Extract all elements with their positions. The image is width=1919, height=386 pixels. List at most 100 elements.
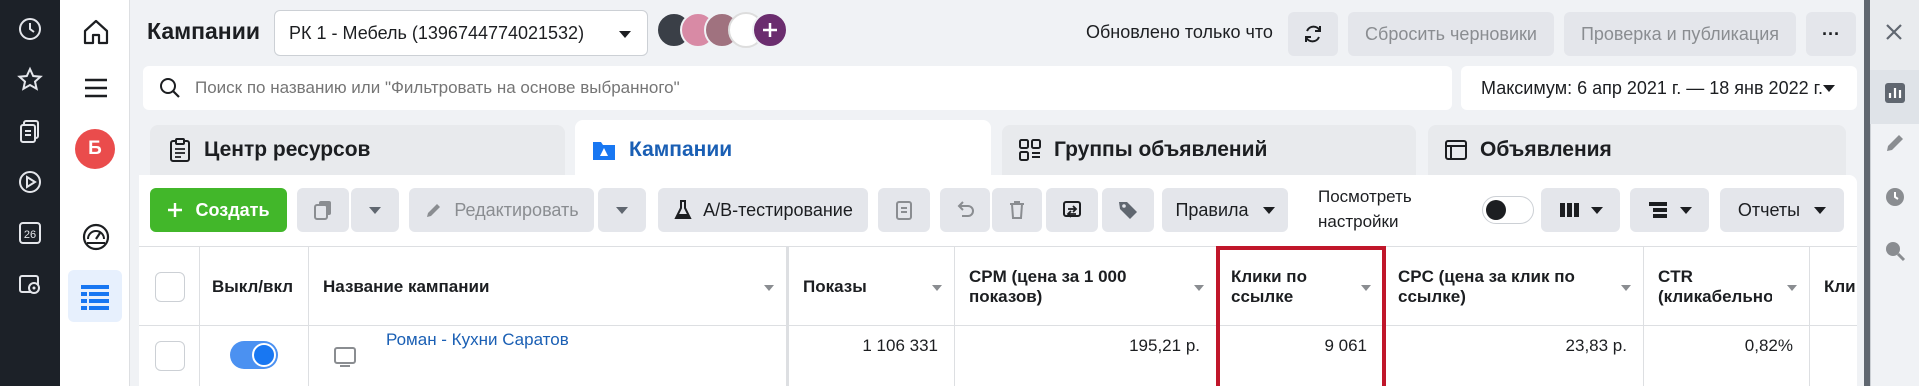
menu-icon[interactable] (81, 73, 111, 103)
edit-button[interactable]: Редактировать (409, 188, 594, 232)
trash-icon (1007, 199, 1027, 221)
page-title: Кампании (147, 18, 260, 44)
cell-ctr: 0,82% (1644, 326, 1810, 386)
edit-dropdown[interactable] (598, 188, 646, 232)
campaign-select-value: РК 1 - Мебель (1396744774021532) (289, 22, 585, 43)
campaign-name-link[interactable]: Роман - Кухни Саратов (386, 330, 569, 350)
ab-test-button[interactable]: A/B-тестирование (658, 188, 868, 232)
date-range-picker[interactable]: Максимум: 6 апр 2021 г. — 18 янв 2022 г. (1461, 66, 1857, 110)
cell-cpm: 195,21 р. (955, 326, 1217, 386)
reset-drafts-button[interactable]: Сбросить черновики (1348, 12, 1554, 56)
column-header-name[interactable]: Название кампании (309, 247, 787, 327)
close-icon[interactable] (1880, 18, 1908, 46)
breakdown-button[interactable] (1630, 188, 1709, 232)
tab-resource-center[interactable]: Центр ресурсов (150, 125, 565, 175)
cell-cpc: 23,83 р. (1384, 326, 1644, 386)
nav-item-ads-manager-active[interactable] (68, 270, 122, 322)
camera-icon[interactable] (16, 270, 44, 298)
column-header-label: Клики по ссылке (1231, 267, 1307, 306)
search-icon (159, 77, 181, 99)
select-all-checkbox[interactable] (155, 272, 185, 302)
cell-link-clicks: 9 061 (1217, 326, 1384, 386)
row-checkbox[interactable] (155, 341, 185, 371)
campaign-select[interactable]: РК 1 - Мебель (1396744774021532) (274, 10, 648, 56)
tab-ad-sets[interactable]: Группы объявлений (1002, 125, 1416, 175)
view-settings-toggle[interactable] (1482, 196, 1534, 224)
ad-window-icon (1444, 138, 1468, 162)
undo-icon (954, 200, 976, 220)
gauge-icon[interactable] (81, 222, 111, 252)
duplicate-button[interactable] (297, 188, 349, 232)
sort-icon (1787, 285, 1797, 291)
tab-campaigns[interactable]: Кампании (575, 120, 991, 180)
row-name-cell: Роман - Кухни Саратов (309, 326, 787, 386)
edit-label: Редактировать (454, 199, 579, 220)
account-avatars[interactable] (656, 12, 788, 50)
rules-button[interactable]: Правила (1162, 188, 1288, 232)
sort-icon (1361, 285, 1371, 291)
column-header-label: CPC (цена за клик по ссылке) (1398, 267, 1575, 306)
columns-icon (1559, 201, 1581, 219)
tab-label: Группы объявлений (1054, 138, 1268, 161)
inspect-icon[interactable] (1882, 238, 1908, 264)
cell-clicks (1810, 326, 1857, 386)
refresh-button[interactable] (1288, 12, 1338, 56)
tab-label: Объявления (1480, 138, 1612, 161)
column-header-clicks[interactable]: Кли (1810, 247, 1857, 327)
bar-chart-icon[interactable] (1882, 80, 1908, 106)
rules-label: Правила (1175, 199, 1249, 220)
side-nav: Б (60, 0, 130, 386)
more-button[interactable]: ··· (1806, 12, 1856, 56)
pencil-icon (424, 200, 444, 220)
toggle-knob (1486, 200, 1506, 220)
tag-icon (1117, 199, 1139, 221)
header-select-all (139, 247, 200, 327)
clock-icon[interactable] (16, 15, 44, 43)
campaign-toggle[interactable] (230, 341, 278, 369)
create-button[interactable]: Создать (150, 188, 287, 232)
column-header-ctr[interactable]: CTR (кликабельность (1644, 247, 1810, 327)
notes-button[interactable] (878, 188, 930, 232)
chevron-down-icon (369, 206, 381, 214)
play-icon[interactable] (16, 168, 44, 196)
undo-button[interactable] (940, 188, 990, 232)
duplicate-dropdown[interactable] (351, 188, 399, 232)
chevron-down-icon (1823, 85, 1835, 92)
table-header: Выкл/вкл Название кампании Показы CPM (ц… (139, 246, 1857, 327)
delete-button[interactable] (992, 188, 1042, 232)
column-header-onoff[interactable]: Выкл/вкл (200, 247, 309, 327)
column-header-link-clicks[interactable]: Клики по ссылке (1217, 247, 1384, 327)
updated-status: Обновлено только что (1086, 22, 1273, 42)
desktop-icon (333, 346, 357, 368)
search-input[interactable] (195, 78, 1395, 98)
tag-button[interactable] (1102, 188, 1154, 232)
reports-button[interactable]: Отчеты (1720, 188, 1844, 232)
add-account-icon[interactable] (752, 12, 788, 48)
table-row[interactable]: Роман - Кухни Саратов 1 106 331 195,21 р… (139, 326, 1857, 386)
pages-icon[interactable] (16, 117, 44, 145)
sort-icon (764, 285, 774, 291)
column-header-cpm[interactable]: CPM (цена за 1 000 показов) (955, 247, 1217, 327)
breakdown-icon (1648, 200, 1670, 220)
column-header-cpc[interactable]: CPC (цена за клик по ссылке) (1384, 247, 1644, 327)
columns-button[interactable] (1541, 188, 1620, 232)
sort-icon (1621, 285, 1631, 291)
chevron-down-icon (616, 206, 628, 214)
star-icon[interactable] (16, 66, 44, 94)
tab-ads[interactable]: Объявления (1428, 125, 1846, 175)
history-icon[interactable] (1882, 184, 1908, 210)
cell-impressions: 1 106 331 (787, 326, 955, 386)
clipboard-icon (168, 137, 192, 163)
search-bar[interactable] (143, 66, 1452, 110)
export-button[interactable] (1046, 188, 1098, 232)
calendar-icon[interactable]: 26 (16, 219, 44, 247)
column-header-label: CPM (цена за 1 000 показов) (969, 267, 1127, 306)
home-icon[interactable] (81, 17, 111, 47)
row-toggle-cell (200, 326, 309, 386)
tab-label: Центр ресурсов (204, 138, 371, 161)
column-header-label: CTR (кликабельность (1658, 267, 1772, 306)
avatar[interactable]: Б (75, 129, 115, 169)
pencil-icon[interactable] (1882, 130, 1908, 156)
column-header-impressions[interactable]: Показы (787, 247, 955, 327)
review-publish-button[interactable]: Проверка и публикация (1564, 12, 1796, 56)
